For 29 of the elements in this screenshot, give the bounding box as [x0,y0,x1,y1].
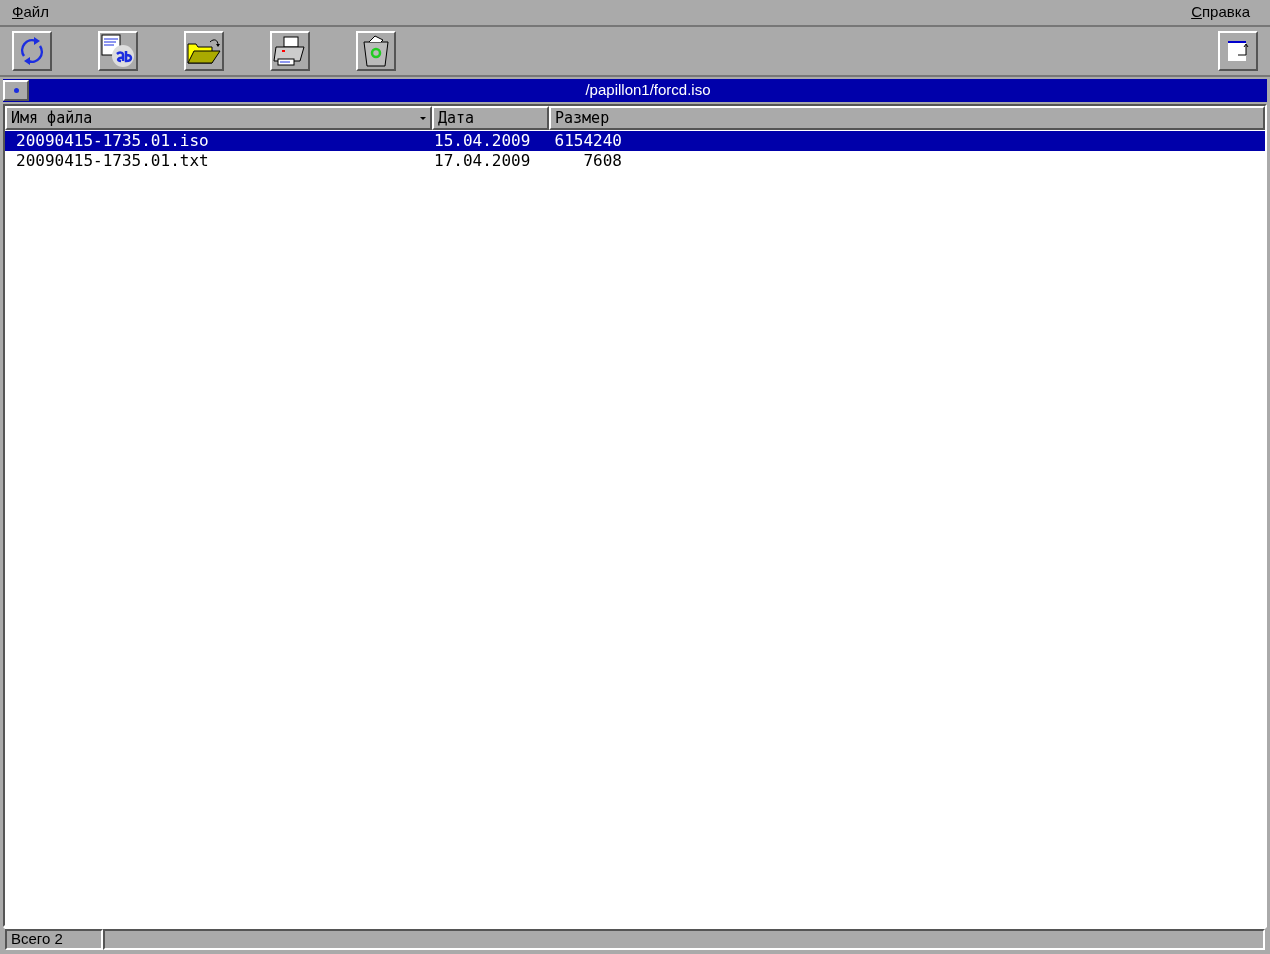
status-text: Всего 2 [5,929,103,950]
recycle-bin-icon [361,34,391,68]
column-header[interactable]: Размер [549,106,1265,130]
menu-item[interactable]: Файл [12,1,49,24]
column-header[interactable]: Имя файла [5,106,432,130]
window-restore-icon [1226,39,1250,63]
window-menu-button[interactable] [3,80,29,101]
path-title: /papillon1/forcd.iso [584,80,712,101]
sort-caret-icon [420,116,426,120]
toolbar-button[interactable] [98,31,138,71]
document-letters-icon [101,34,135,68]
table-cell-text: 7608 [582,151,622,171]
table-cell-text: 20090415-1735.01.iso [15,131,210,151]
printer-icon [272,35,308,67]
column-header[interactable]: Дата [432,106,549,130]
menu-item[interactable]: Справка [1191,1,1258,24]
table-cell-text: 20090415-1735.01.txt [15,151,210,171]
file-row[interactable]: 20090415-1735.01.txt 17.04.2009 7608 [5,151,1265,171]
table-cell-text: 6154240 [553,131,622,151]
folder-icon [186,36,222,66]
toolbar-button[interactable] [1218,31,1258,71]
table-cell-text: 15.04.2009 [433,131,532,151]
toolbar-button[interactable] [12,31,52,71]
refresh-icon [18,36,46,66]
table-cell-text: 17.04.2009 [433,151,532,171]
toolbar-button[interactable] [184,31,224,71]
toolbar-button[interactable] [356,31,396,71]
toolbar-button[interactable] [270,31,310,71]
file-row[interactable]: 20090415-1735.01.iso 15.04.2009 6154240 [5,131,1265,151]
